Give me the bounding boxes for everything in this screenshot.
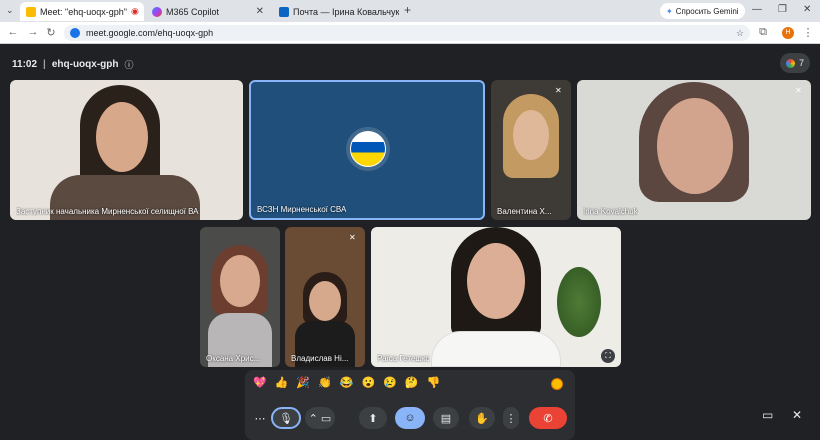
participant-face	[220, 255, 260, 307]
reaction-sad-icon[interactable]: 😢	[383, 376, 397, 389]
meeting-code: ehq-uoqx-gph	[51, 59, 119, 70]
participants-icon	[785, 58, 795, 68]
control-bar: 💖 👍 🎉 👏 😂 😮 😢 🤔 👎 ⋯ 🎙 ⌃ ▭ ⬆ ☺ ▤ ✋ ⋮ ✆	[245, 370, 575, 440]
participant-face	[96, 102, 148, 172]
participant-tile[interactable]: ✕ Валентина Х...	[491, 80, 571, 220]
recording-icon: ◉	[130, 6, 139, 16]
mic-off-icon: ✕	[555, 86, 562, 95]
back-icon[interactable]: ←	[6, 26, 20, 38]
reaction-surprised-icon[interactable]: 😮	[362, 376, 376, 389]
meet-favicon-icon	[26, 6, 36, 17]
reactions-button[interactable]: ☺	[395, 407, 425, 429]
more-reactions-icon[interactable]: ⋯	[253, 407, 267, 429]
bookmark-star-icon[interactable]: ☆	[736, 28, 744, 39]
tab-search-icon[interactable]: ⌄	[6, 5, 14, 16]
tab-mail[interactable]: Почта — Ірина Ковальчук — ✕	[273, 2, 399, 21]
raise-hand-button[interactable]: ✋	[469, 407, 495, 429]
participant-name: ВСЗН Мирненської СВА	[257, 205, 347, 214]
copilot-favicon-icon	[152, 6, 162, 17]
participant-name: Валентина Х...	[497, 207, 552, 216]
more-options-icon[interactable]: ⋮	[503, 407, 519, 429]
avatar	[350, 131, 386, 167]
participant-name: Раїса Гетешко	[377, 354, 430, 363]
site-info-icon[interactable]	[70, 28, 80, 38]
reaction-clap-icon[interactable]: 👏	[318, 376, 332, 389]
profile-avatar[interactable]: H	[782, 27, 794, 39]
separator: |	[43, 59, 46, 70]
skin-tone-icon[interactable]	[551, 378, 563, 390]
close-window-icon[interactable]: ✕	[803, 4, 811, 15]
crop-icon[interactable]: ⛶	[601, 349, 615, 363]
reactions-row: 💖 👍 🎉 👏 😂 😮 😢 🤔 👎	[253, 376, 440, 389]
url-text: meet.google.com/ehq-uoqx-gph	[86, 28, 214, 38]
outlook-favicon-icon	[279, 6, 289, 17]
gemini-label: Спросить Gemini	[675, 6, 739, 16]
captions-button[interactable]: ▤	[433, 407, 459, 429]
plant	[557, 267, 601, 337]
chat-icon[interactable]: ▭	[762, 408, 773, 422]
meeting-header: 11:02 | ehq-uoqx-gph ⓘ	[12, 58, 134, 71]
reaction-thumbs-down-icon[interactable]: 👎	[427, 376, 441, 389]
reaction-thinking-icon[interactable]: 🤔	[405, 376, 419, 389]
new-tab-icon[interactable]: +	[404, 3, 411, 17]
participant-count: 7	[798, 58, 804, 68]
participant-tile[interactable]: ✕ Владислав Ні...	[285, 227, 365, 367]
gemini-icon: ✦	[666, 6, 673, 16]
participants-button[interactable]: 7	[779, 53, 810, 73]
mic-off-icon: ✕	[795, 86, 802, 95]
close-tab-icon[interactable]: ✕	[256, 6, 264, 17]
activities-icon[interactable]: ✕	[792, 408, 802, 422]
info-icon[interactable]: ⓘ	[125, 58, 134, 71]
reaction-party-icon[interactable]: 🎉	[296, 376, 310, 389]
participant-tile[interactable]: Раїса Гетешко ⛶	[371, 227, 621, 367]
tab-title: M365 Copilot	[166, 6, 220, 17]
participant-name: Оксана Хрис...	[206, 354, 261, 363]
participant-body	[431, 331, 561, 367]
present-button[interactable]: ⬆	[359, 407, 387, 429]
reaction-laugh-icon[interactable]: 😂	[340, 376, 354, 389]
end-call-button[interactable]: ✆	[529, 407, 567, 429]
address-bar-row: ← → ↻ meet.google.com/ehq-uoqx-gph ☆ ⧉ H…	[0, 22, 820, 44]
tab-title: Meet: "ehq-uoqx-gph"	[40, 6, 127, 17]
participant-face	[657, 98, 733, 194]
tab-title: Почта — Ірина Ковальчук —	[293, 6, 399, 17]
tab-copilot[interactable]: M365 Copilot ✕	[146, 2, 270, 21]
participant-tile[interactable]: ✕ Irina Kovalchuk	[577, 80, 811, 220]
meet-stage: 11:02 | ehq-uoqx-gph ⓘ 7 Заступник начал…	[0, 44, 820, 440]
forward-icon[interactable]: →	[26, 26, 40, 38]
participant-tile[interactable]: Заступник начальника Мирненської селищно…	[10, 80, 243, 220]
menu-kebab-icon[interactable]: ⋮	[801, 26, 815, 39]
gemini-button[interactable]: ✦ Спросить Gemini	[660, 3, 745, 19]
reaction-thumbs-up-icon[interactable]: 👍	[275, 376, 289, 389]
close-tab-icon[interactable]: ✕	[143, 6, 144, 17]
participant-name: Заступник начальника Мирненської селищно…	[16, 207, 199, 216]
microphone-button[interactable]: 🎙	[271, 407, 301, 429]
tab-meet[interactable]: Meet: "ehq-uoqx-gph" ◉ ✕	[20, 2, 144, 21]
meeting-time: 11:02	[12, 59, 38, 70]
url-bar[interactable]: meet.google.com/ehq-uoqx-gph ☆	[64, 25, 750, 41]
participant-tile-active[interactable]: ВСЗН Мирненської СВА	[249, 80, 485, 220]
participant-face	[309, 281, 341, 321]
participant-name: Владислав Ні...	[291, 354, 349, 363]
maximize-icon[interactable]: ❐	[778, 4, 787, 15]
extensions-icon[interactable]: ⧉	[756, 26, 770, 39]
reload-icon[interactable]: ↻	[44, 26, 58, 39]
participant-tile[interactable]: Оксана Хрис...	[200, 227, 280, 367]
reaction-heart-icon[interactable]: 💖	[253, 376, 267, 389]
minimize-icon[interactable]: —	[752, 4, 762, 15]
participant-face	[513, 110, 549, 160]
browser-tab-strip: ⌄ Meet: "ehq-uoqx-gph" ◉ ✕ M365 Copilot …	[0, 0, 820, 22]
camera-button[interactable]: ⌃ ▭	[305, 407, 335, 429]
participant-face	[467, 243, 525, 319]
mic-off-icon: ✕	[349, 233, 356, 242]
participant-name: Irina Kovalchuk	[583, 207, 638, 216]
